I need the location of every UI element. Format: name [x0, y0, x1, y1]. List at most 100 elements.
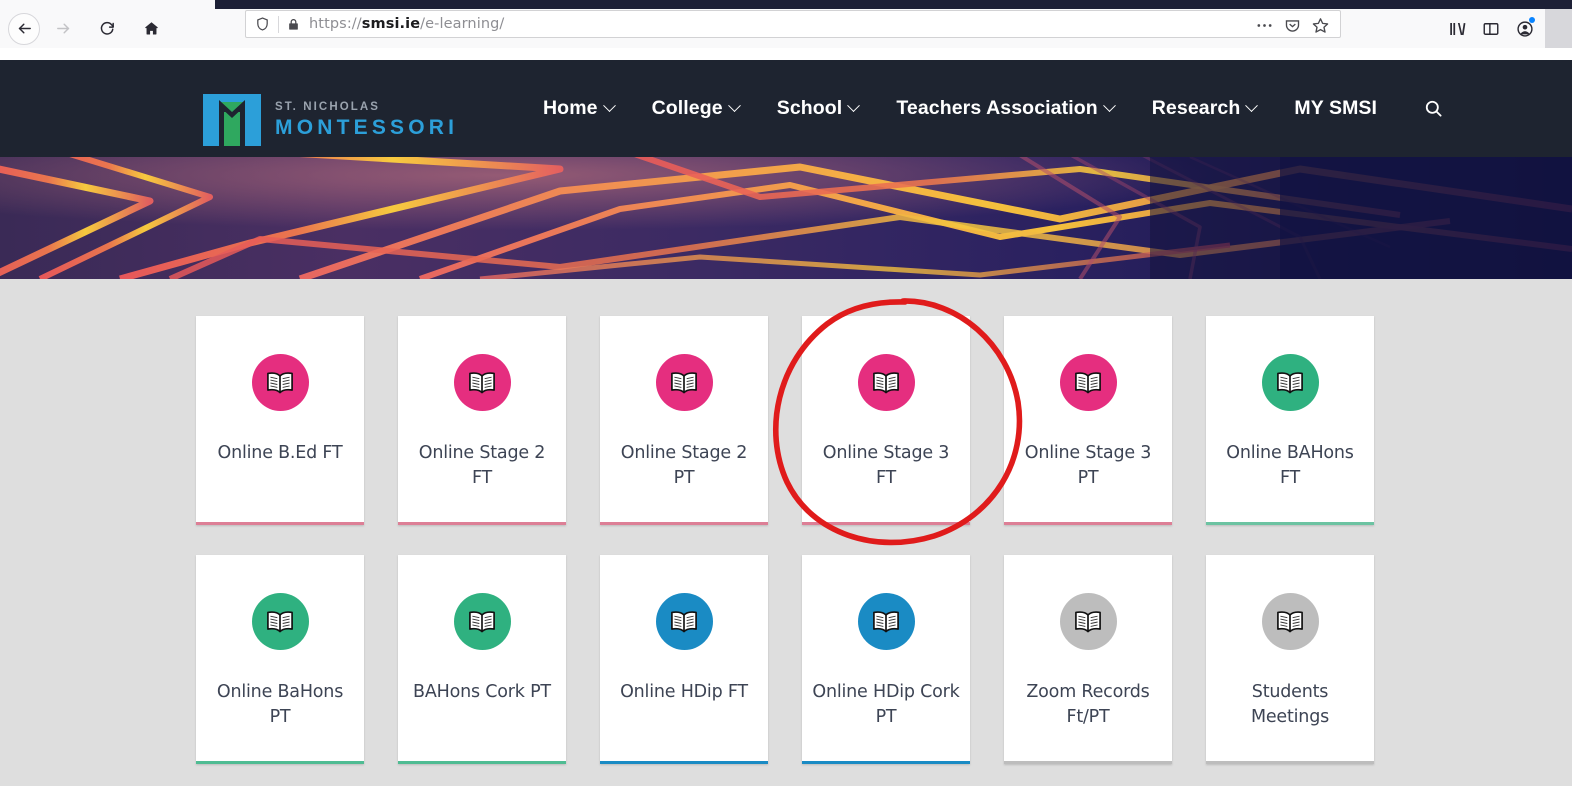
screenshot-root: https://smsi.ie/e-learning/ ST. NICHOLAS…	[0, 0, 1572, 786]
course-icon-badge	[453, 354, 511, 411]
search-icon[interactable]	[1396, 99, 1463, 118]
course-grid: Online B.Ed FT Online Stage 2 FT Online …	[196, 316, 1376, 764]
course-accent-bar	[398, 522, 566, 525]
open-book-icon	[1277, 610, 1303, 632]
open-book-icon	[469, 610, 495, 632]
url-text[interactable]: https://smsi.ie/e-learning/	[309, 16, 504, 32]
course-card[interactable]: Online Stage 3 PT	[1004, 316, 1172, 525]
course-icon-badge	[857, 354, 915, 411]
course-icon-badge	[453, 593, 511, 650]
open-book-icon	[1277, 371, 1303, 393]
course-accent-bar	[1206, 522, 1374, 525]
tracking-protection-shield-icon[interactable]	[255, 16, 270, 32]
course-accent-bar	[1206, 761, 1374, 764]
nav-label-college: College	[651, 97, 723, 119]
course-accent-bar	[1004, 522, 1172, 525]
open-book-icon	[873, 610, 899, 632]
forward-button[interactable]	[46, 12, 80, 46]
course-icon-badge	[1261, 593, 1319, 650]
course-accent-bar	[600, 761, 768, 764]
chevron-down-icon	[1245, 99, 1259, 113]
course-card-online-stage-3-ft[interactable]: Online Stage 3 FT	[802, 316, 970, 525]
course-icon-badge	[857, 593, 915, 650]
library-icon[interactable]	[1440, 9, 1474, 48]
urlbar-divider	[278, 15, 279, 33]
page-actions-icon[interactable]	[1250, 11, 1278, 39]
course-icon-badge	[1059, 593, 1117, 650]
url-domain: smsi.ie	[361, 16, 421, 32]
course-icon-badge	[655, 354, 713, 411]
pocket-icon[interactable]	[1278, 11, 1306, 39]
chevron-down-icon	[847, 99, 861, 113]
open-book-icon	[873, 371, 899, 393]
course-title: Online BAHons FT	[1226, 443, 1354, 488]
url-bar[interactable]: https://smsi.ie/e-learning/	[245, 10, 1341, 38]
course-title: Students Meetings	[1250, 682, 1330, 727]
course-icon-badge	[1261, 354, 1319, 411]
url-path: /e-learning/	[420, 16, 505, 32]
course-title: Zoom Records Ft/PT	[1026, 682, 1150, 727]
hero-banner-graphic	[0, 157, 1572, 279]
course-accent-bar	[600, 522, 768, 525]
course-card[interactable]: Online HDip FT	[600, 555, 768, 764]
course-card[interactable]: Students Meetings	[1206, 555, 1374, 764]
nav-label-research: Research	[1151, 97, 1241, 119]
course-title: Online B.Ed FT	[217, 443, 343, 463]
urlbar-actions	[1250, 11, 1340, 39]
course-accent-bar	[1004, 761, 1172, 764]
course-icon-badge	[655, 593, 713, 650]
course-card[interactable]: Online HDip Cork PT	[802, 555, 970, 764]
course-icon-badge	[1059, 354, 1117, 411]
nav-item-research[interactable]: Research	[1133, 97, 1276, 120]
logo-line-1: ST. NICHOLAS	[275, 101, 381, 114]
browser-tabstrip[interactable]	[215, 0, 1572, 9]
home-button[interactable]	[134, 12, 168, 46]
site-logo[interactable]: ST. NICHOLAS MONTESSORI	[201, 92, 458, 148]
open-book-icon	[671, 371, 697, 393]
bookmark-star-icon[interactable]	[1306, 11, 1334, 39]
nav-item-college[interactable]: College	[633, 97, 758, 120]
course-accent-bar	[802, 522, 970, 525]
nav-label-my-smsi: MY SMSI	[1294, 97, 1378, 119]
course-title: Online Stage 2 FT	[418, 443, 546, 488]
reload-button[interactable]	[90, 12, 124, 46]
browser-chrome: https://smsi.ie/e-learning/	[0, 0, 1572, 48]
course-card[interactable]: Online Stage 2 PT	[600, 316, 768, 525]
course-title: Online HDip Cork PT	[812, 682, 960, 727]
browser-toolbar-right	[1440, 9, 1572, 48]
course-icon-badge	[251, 593, 309, 650]
nav-item-home[interactable]: Home	[524, 97, 633, 120]
course-card[interactable]: Online BAHons FT	[1206, 316, 1374, 525]
open-book-icon	[267, 610, 293, 632]
course-card[interactable]: Online Stage 2 FT	[398, 316, 566, 525]
course-title: Online HDip FT	[620, 682, 748, 702]
course-title: BAHons Cork PT	[413, 682, 551, 702]
course-card[interactable]: Online BaHons PT	[196, 555, 364, 764]
account-icon[interactable]	[1508, 9, 1542, 48]
open-book-icon	[469, 371, 495, 393]
course-card[interactable]: Online B.Ed FT	[196, 316, 364, 525]
course-title: Online Stage 3 FT	[822, 443, 950, 488]
back-button[interactable]	[8, 12, 40, 45]
sidebar-icon[interactable]	[1474, 9, 1508, 48]
nav-label-school: School	[776, 97, 843, 119]
course-accent-bar	[196, 761, 364, 764]
logo-wordmark: ST. NICHOLAS MONTESSORI	[275, 102, 458, 138]
toolbar-divider	[1545, 9, 1572, 48]
course-card[interactable]: BAHons Cork PT	[398, 555, 566, 764]
course-card[interactable]: Zoom Records Ft/PT	[1004, 555, 1172, 764]
nav-item-school[interactable]: School	[758, 97, 878, 120]
course-accent-bar	[196, 522, 364, 525]
course-accent-bar	[398, 761, 566, 764]
nav-item-my-smsi[interactable]: MY SMSI	[1275, 97, 1396, 120]
chevron-down-icon	[602, 99, 616, 113]
account-notification-dot	[1529, 17, 1535, 23]
course-title: Online Stage 2 PT	[620, 443, 748, 488]
open-book-icon	[267, 371, 293, 393]
course-accent-bar	[802, 761, 970, 764]
lock-icon[interactable]	[287, 17, 300, 32]
nav-label-home: Home	[543, 97, 598, 119]
chevron-down-icon	[727, 99, 741, 113]
main-navigation: Home College School Teachers Association…	[524, 60, 1463, 157]
nav-item-teachers-association[interactable]: Teachers Association	[877, 97, 1132, 120]
